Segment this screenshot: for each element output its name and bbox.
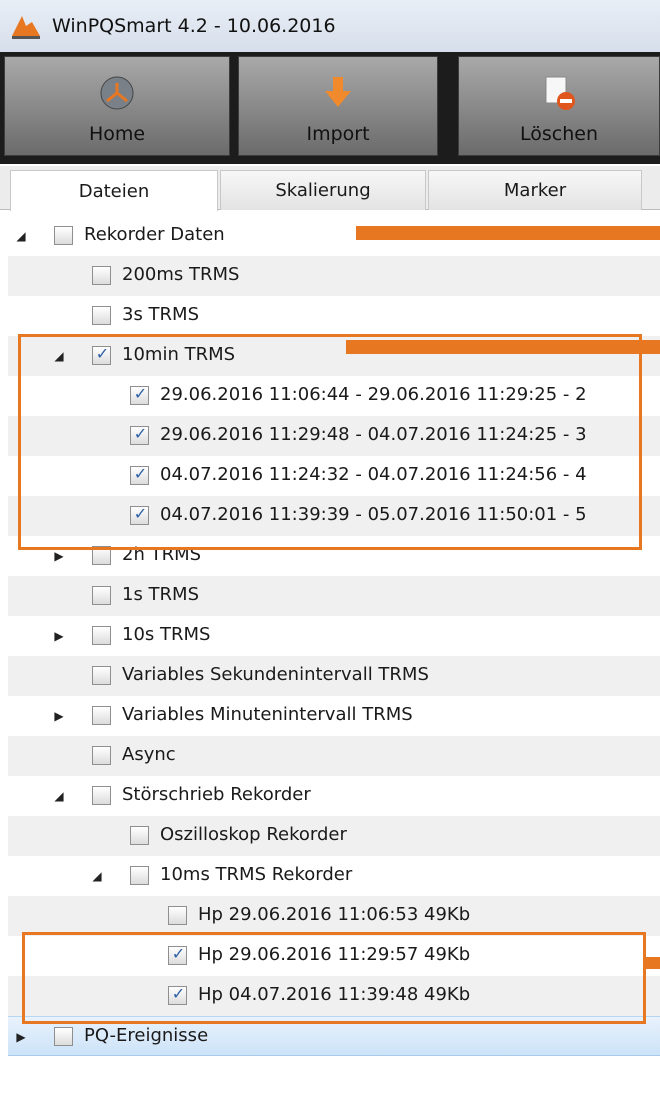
collapsed-triangle-icon[interactable]: ▶ [52,629,66,643]
tree-item[interactable]: Variables Sekundenintervall TRMS [8,656,660,696]
tree-item-label: Variables Minutenintervall TRMS [122,704,413,725]
home-button[interactable]: Home [4,56,230,156]
tree-item-checkbox[interactable] [92,666,111,685]
tree-item[interactable]: ◢ Störschrieb Rekorder [8,776,660,816]
tree-item[interactable]: ▶ 10s TRMS [8,616,660,656]
tree-item-checkbox[interactable] [92,706,111,725]
tree-item-checkbox[interactable] [54,226,73,245]
tree-item-checkbox[interactable] [92,306,111,325]
tree-item[interactable]: ▶ Variables Minutenintervall TRMS [8,696,660,736]
tree-item[interactable]: 3s TRMS [8,296,660,336]
tree-item-label: PQ-Ereignisse [84,1025,209,1046]
window-title: WinPQSmart 4.2 - 10.06.2016 [52,15,336,37]
tab-strip: Dateien Skalierung Marker [0,166,660,211]
delete-label: Löschen [520,123,598,145]
expanded-triangle-icon[interactable]: ◢ [90,869,104,883]
tree-item[interactable]: Hp 29.06.2016 11:06:53 49Kb [8,896,660,936]
tree-item[interactable]: ◢ 10ms TRMS Rekorder [8,856,660,896]
expanded-triangle-icon[interactable]: ◢ [52,789,66,803]
annotation-highlight-box [18,334,642,550]
tree-item-label: Async [122,744,176,765]
collapsed-triangle-icon[interactable]: ▶ [52,549,66,563]
tree-item-label: 3s TRMS [122,304,200,325]
toolbar: Home Import Löschen [0,52,660,164]
tree-item-label: 10ms TRMS Rekorder [160,864,353,885]
tree-item-checkbox[interactable] [54,1027,73,1046]
collapsed-triangle-icon[interactable]: ▶ [52,709,66,723]
tree-item-checkbox[interactable] [92,746,111,765]
import-label: Import [306,123,370,145]
tree-item-checkbox[interactable] [92,786,111,805]
tree-item[interactable]: 200ms TRMS [8,256,660,296]
delete-file-icon [542,75,576,115]
tree-item-label: Rekorder Daten [84,224,225,245]
tree-item[interactable]: Oszilloskop Rekorder [8,816,660,856]
tree-item-label: 200ms TRMS [122,264,240,285]
annotation-highlight-box [22,932,646,1024]
app-logo-icon [10,12,42,40]
tree-item-checkbox[interactable] [130,866,149,885]
tab-dateien[interactable]: Dateien [10,170,218,211]
collapsed-triangle-icon[interactable]: ▶ [14,1030,28,1044]
annotation-arrow [356,226,660,240]
tree-item-label: 10s TRMS [122,624,211,645]
tab-marker[interactable]: Marker [428,170,642,210]
tree-item-checkbox[interactable] [92,626,111,645]
tree-item-checkbox[interactable] [168,906,187,925]
tree-item[interactable]: Async [8,736,660,776]
import-icon [323,75,353,115]
tree-item-checkbox[interactable] [130,826,149,845]
tree-item-checkbox[interactable] [92,266,111,285]
title-bar: WinPQSmart 4.2 - 10.06.2016 [0,0,660,52]
delete-button[interactable]: Löschen [458,56,660,156]
tree-item-label: 1s TRMS [122,584,200,605]
tree-item-label: Variables Sekundenintervall TRMS [122,664,429,685]
home-label: Home [88,123,146,145]
expanded-triangle-icon[interactable]: ◢ [14,229,28,243]
tab-skalierung[interactable]: Skalierung [220,170,426,210]
tree-item-checkbox[interactable] [92,586,111,605]
tree-item-label: Oszilloskop Rekorder [160,824,347,845]
tree-item-label: Störschrieb Rekorder [122,784,311,805]
tree-item[interactable]: 1s TRMS [8,576,660,616]
import-button[interactable]: Import [238,56,438,156]
home-icon [99,75,135,115]
annotation-arrow [646,957,660,969]
tree-item-label: Hp 29.06.2016 11:06:53 49Kb [198,904,471,925]
